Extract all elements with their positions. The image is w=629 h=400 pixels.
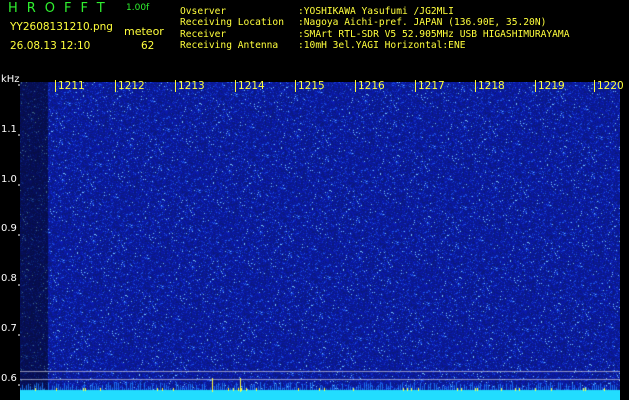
time-marker: 1213: [175, 80, 205, 92]
time-marker: 1217: [415, 80, 445, 92]
info-label: Ovserver: [180, 6, 227, 17]
info-row-location: Receiving Location :Nagoya Aichi-pref. JA…: [180, 17, 546, 28]
time-marker: 1215: [295, 80, 325, 92]
info-label: Receiver: [180, 29, 227, 40]
info-row-receiver: Receiver :SMArt RTL-SDR V5 52.905MHz USB …: [180, 29, 569, 40]
info-row-observer: Ovserver :YOSHIKAWA Yasufumi /JG2MLI: [180, 6, 454, 17]
info-label: Receiving Antenna: [180, 40, 279, 51]
time-marker: 1219: [535, 80, 565, 92]
time-marker: 1214: [235, 80, 265, 92]
time-marker: 1211: [55, 80, 85, 92]
version-label: 1.00f: [126, 3, 150, 13]
info-row-antenna: Receiving Antenna :10mH 3el.YAGI Horizont…: [180, 40, 466, 51]
info-value: :YOSHIKAWA Yasufumi /JG2MLI: [298, 6, 454, 17]
frequency-unit-label: kHz: [1, 74, 20, 85]
meteor-label: meteor: [124, 25, 164, 38]
time-marker: 1216: [355, 80, 385, 92]
filename-label: YY2608131210.png: [10, 21, 113, 33]
time-marker: 1212: [115, 80, 145, 92]
info-label: Receiving Location: [180, 17, 284, 28]
info-value: :Nagoya Aichi-pref. JAPAN (136.90E, 35.2…: [298, 17, 547, 28]
info-value: :10mH 3el.YAGI Horizontal:ENE: [298, 40, 466, 51]
timestamp-label: 26.08.13 12:10: [10, 40, 91, 52]
meteor-count: 62: [141, 40, 155, 52]
time-marker: 1218: [475, 80, 505, 92]
info-value: :SMArt RTL-SDR V5 52.905MHz USB HIGASHIM…: [298, 29, 570, 40]
app-title: HROFFT: [8, 1, 114, 16]
time-marker: 1220: [594, 80, 624, 92]
spectrogram-waterfall: [20, 82, 620, 400]
